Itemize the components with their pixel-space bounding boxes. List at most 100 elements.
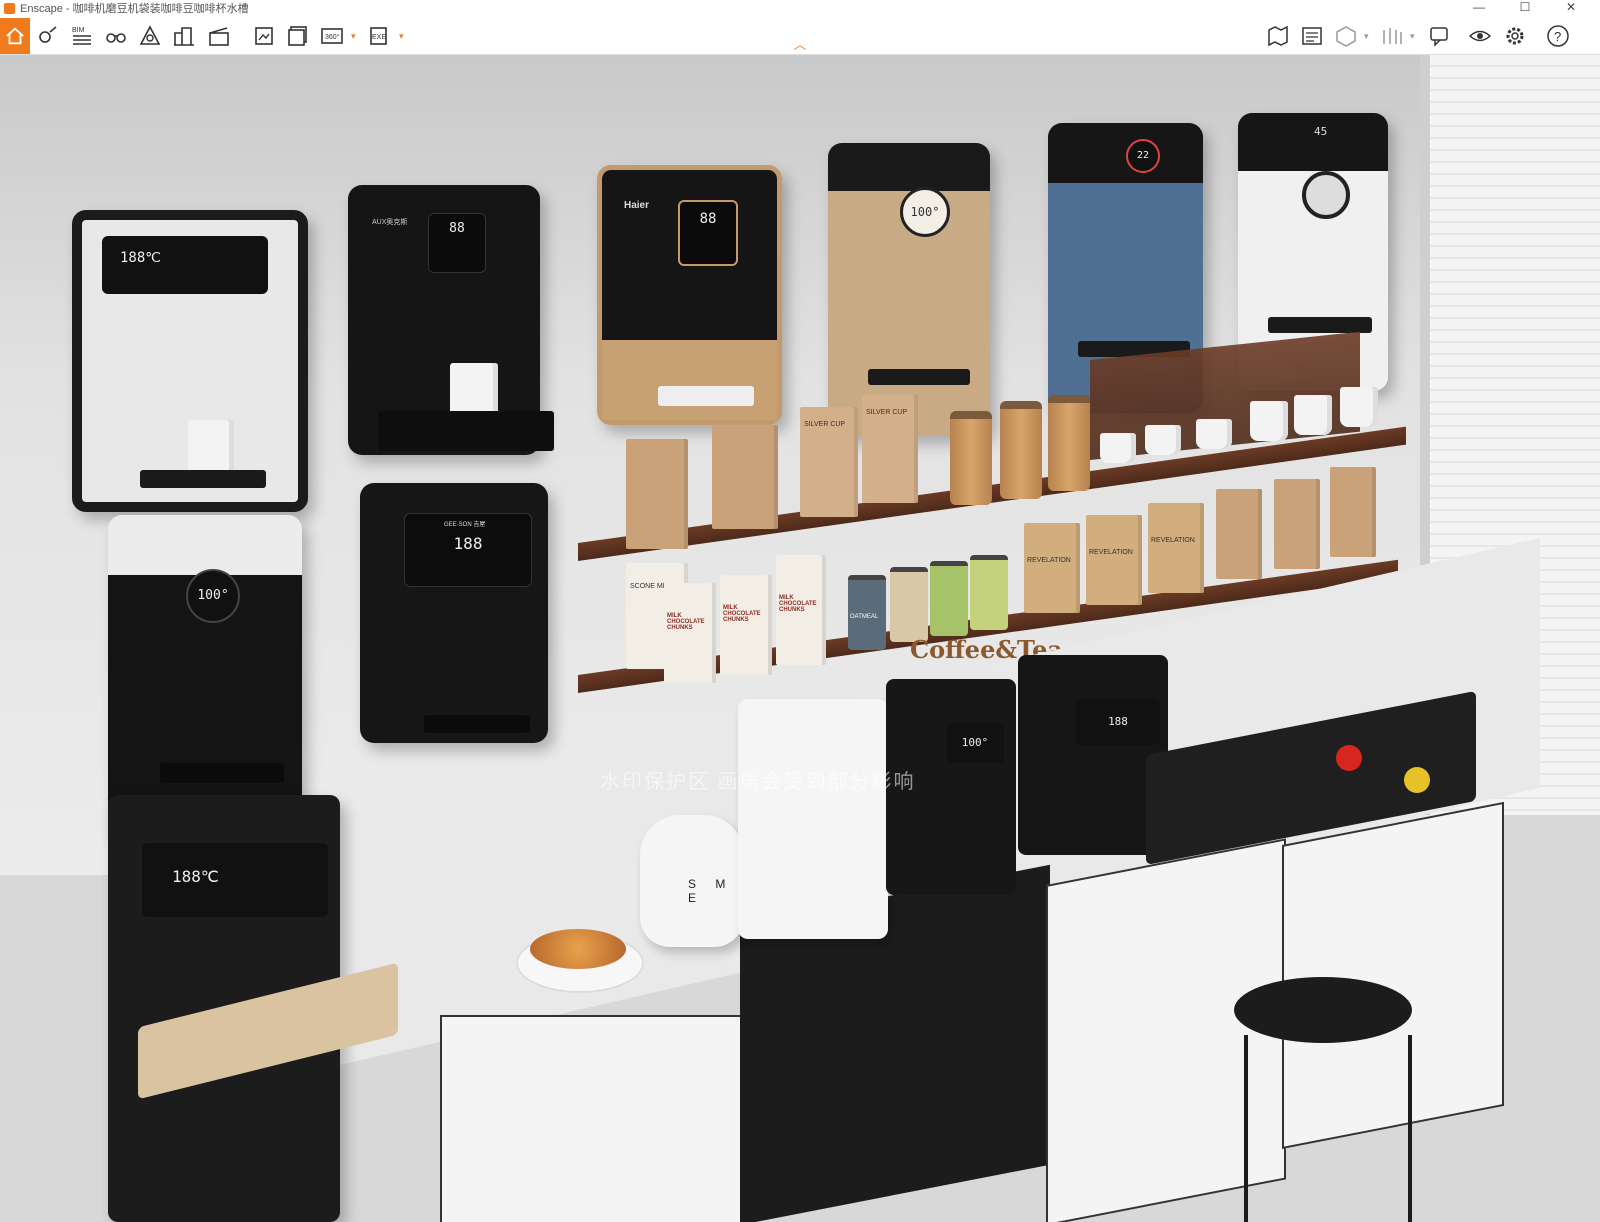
visual-settings-button[interactable] bbox=[136, 22, 164, 50]
render-viewport[interactable]: 188℃ AUX奥克斯 88 Haier 88 100° 22 45 100° … bbox=[0, 55, 1600, 1222]
coffee-bag bbox=[712, 425, 778, 529]
brand-label: AUX奥克斯 bbox=[372, 219, 408, 226]
panorama-dropdown-icon[interactable]: ▾ bbox=[351, 30, 359, 42]
drip-tray bbox=[378, 411, 554, 451]
coffee-bag-silver-cup: SILVER CUP bbox=[862, 395, 918, 503]
dispenser-screen: 188℃ bbox=[102, 236, 268, 294]
atlas-dropdown-icon[interactable]: ▾ bbox=[1410, 30, 1418, 42]
chocolate-chunks-bag: MILK CHOCOLATE CHUNKS bbox=[664, 583, 716, 683]
bag-label: MILK CHOCOLATE CHUNKS bbox=[779, 595, 817, 613]
binoculars-icon bbox=[106, 33, 126, 43]
screenshot-icon bbox=[255, 27, 273, 45]
svg-text:BIM: BIM bbox=[72, 27, 85, 34]
bag-label: SILVER CUP bbox=[866, 409, 908, 416]
revelation-bag: REVELATION bbox=[1086, 515, 1142, 605]
canister bbox=[930, 561, 968, 636]
batch-render-button[interactable] bbox=[284, 22, 312, 50]
brand-label: GEE·SON 吉屋 bbox=[444, 522, 486, 528]
atlas-icon bbox=[1383, 28, 1402, 44]
video-editor-button[interactable] bbox=[205, 22, 233, 50]
asset-library-button[interactable] bbox=[170, 22, 198, 50]
map-icon bbox=[1268, 25, 1288, 47]
capsule-coffee-machine bbox=[738, 699, 888, 939]
cup bbox=[1196, 419, 1232, 449]
eye-icon bbox=[1468, 30, 1492, 42]
view-mode-button[interactable] bbox=[1466, 22, 1494, 50]
drip-tray bbox=[140, 470, 266, 488]
chocolate-chunks-bag: MILK CHOCOLATE CHUNKS bbox=[776, 555, 826, 665]
can-label: OATMEAL bbox=[850, 614, 879, 620]
cookie-jar bbox=[950, 411, 992, 505]
mug bbox=[188, 420, 234, 476]
cookie-jar bbox=[1000, 401, 1042, 499]
drip-tray bbox=[424, 715, 530, 733]
help-button[interactable]: ? bbox=[1544, 22, 1572, 50]
machine-screen: 100° bbox=[946, 723, 1004, 763]
bar-stool-legs bbox=[1244, 1035, 1412, 1222]
section-dropdown-icon[interactable]: ▾ bbox=[1364, 30, 1372, 42]
export-exe-button[interactable]: EXE bbox=[366, 22, 394, 50]
cup bbox=[1250, 401, 1288, 441]
clapperboard-icon bbox=[209, 27, 229, 46]
kettle-brand: S M E bbox=[688, 877, 734, 905]
cup bbox=[1340, 387, 1378, 427]
gold-panel bbox=[602, 340, 777, 420]
window-title: Enscape - 咖啡机磨豆机袋装咖啡豆咖啡杯水槽 bbox=[20, 3, 249, 15]
collapse-toolbar-icon[interactable]: ︿ bbox=[792, 38, 808, 51]
binoculars-button[interactable] bbox=[102, 22, 130, 50]
bim-button[interactable]: BIM bbox=[68, 22, 96, 50]
chat-icon bbox=[1430, 27, 1448, 47]
bag-label: MILK CHOCOLATE CHUNKS bbox=[667, 613, 705, 631]
coffee-bag bbox=[1274, 479, 1320, 569]
cup bbox=[1100, 433, 1136, 463]
drip-tray bbox=[1268, 317, 1372, 333]
prism-icon bbox=[139, 25, 161, 45]
views-button[interactable] bbox=[34, 22, 62, 50]
maximize-button[interactable]: ☐ bbox=[1502, 0, 1548, 16]
chocolate-chunks-bag: MILK CHOCOLATE CHUNKS bbox=[720, 575, 772, 675]
cup bbox=[1294, 395, 1332, 435]
gear-icon bbox=[1506, 27, 1524, 45]
svg-text:360°: 360° bbox=[325, 33, 340, 41]
home-button[interactable] bbox=[0, 18, 30, 54]
buildings-icon bbox=[174, 27, 194, 46]
yellow-pepper bbox=[1404, 767, 1430, 793]
bag-label: REVELATION bbox=[1151, 537, 1195, 544]
settings-button[interactable] bbox=[1501, 22, 1529, 50]
dial-display: 100° bbox=[186, 569, 240, 623]
croissants bbox=[530, 929, 626, 969]
coffee-bag bbox=[1330, 467, 1376, 557]
cookie-jar bbox=[1048, 395, 1090, 491]
dispenser-screen: 88 bbox=[678, 200, 738, 266]
revelation-bag: REVELATION bbox=[1148, 503, 1204, 593]
watermark-notice: 水印保护区 画质会受到部分影响 bbox=[600, 771, 916, 793]
drip-tray bbox=[868, 369, 970, 385]
enscape-toolbar: BIM 360° ▾ EXE ▾ ︿ ▾ ▾ ? bbox=[0, 18, 1600, 55]
water-dispenser-geeson: 188 GEE·SON 吉屋 bbox=[360, 483, 548, 743]
batch-render-icon bbox=[288, 26, 307, 46]
ring-display: 22 bbox=[1126, 139, 1160, 173]
minimize-button[interactable]: — bbox=[1456, 0, 1502, 16]
coffee-bag bbox=[626, 439, 688, 549]
cabinet-door bbox=[440, 1015, 742, 1222]
bag-label: REVELATION bbox=[1089, 549, 1133, 556]
help-icon: ? bbox=[1547, 25, 1569, 47]
section-box-button[interactable] bbox=[1332, 22, 1360, 50]
screenshot-button[interactable] bbox=[250, 22, 278, 50]
knob bbox=[1302, 171, 1350, 219]
cube-icon bbox=[1336, 26, 1356, 47]
coffee-bag-silver-cup: SILVER CUP bbox=[800, 407, 858, 517]
export-dropdown-icon[interactable]: ▾ bbox=[399, 30, 407, 42]
panorama-button[interactable]: 360° bbox=[318, 22, 346, 50]
atlas-button[interactable] bbox=[1378, 22, 1406, 50]
collaborative-button[interactable] bbox=[1425, 22, 1453, 50]
minimap-button[interactable] bbox=[1264, 22, 1292, 50]
water-dispenser-black-white: 100° bbox=[108, 515, 302, 839]
smeg-kettle: S M E bbox=[640, 815, 744, 947]
info-panel-button[interactable] bbox=[1298, 22, 1326, 50]
panorama-360-icon: 360° bbox=[321, 28, 343, 44]
close-button[interactable]: ✕ bbox=[1548, 0, 1594, 16]
revelation-bag: REVELATION bbox=[1024, 523, 1080, 613]
canister bbox=[970, 555, 1008, 630]
red-pepper bbox=[1336, 745, 1362, 771]
